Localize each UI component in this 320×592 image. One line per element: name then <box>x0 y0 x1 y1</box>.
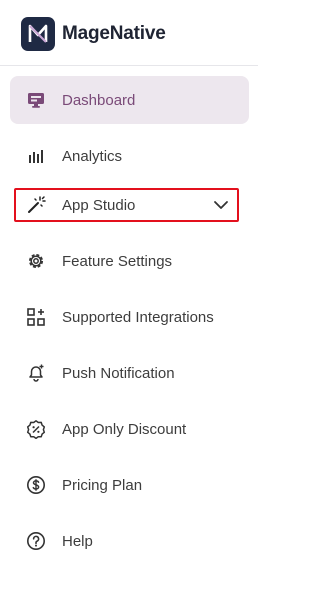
sidebar-item-label: Push Notification <box>62 364 175 382</box>
sidebar-item-label: Pricing Plan <box>62 476 143 494</box>
brand-name: MageNative <box>62 23 166 44</box>
sidebar-item-label: App Studio <box>62 196 136 214</box>
sidebar-item-label: Dashboard <box>62 91 136 109</box>
discount-badge-icon <box>25 418 47 440</box>
sidebar-item-label: Feature Settings <box>62 252 173 270</box>
sidebar-item-dashboard[interactable]: Dashboard <box>10 76 249 124</box>
bar-chart-icon <box>25 145 47 167</box>
sidebar-item-analytics[interactable]: Analytics <box>10 132 249 180</box>
sidebar-item-label: Analytics <box>62 147 123 165</box>
sidebar-item-app-only-discount[interactable]: App Only Discount <box>10 405 249 453</box>
grid-plus-icon <box>25 306 47 328</box>
sidebar-item-label: Supported Integrations <box>62 308 214 326</box>
sidebar-item-label: App Only Discount <box>62 420 187 438</box>
gear-icon <box>25 250 47 272</box>
bell-plus-icon <box>25 362 47 384</box>
sidebar-item-pricing-plan[interactable]: Pricing Plan <box>10 461 249 509</box>
magenative-logo-icon <box>21 17 55 51</box>
sidebar-nav: Dashboard Analytics App Studio Feature S… <box>10 76 249 573</box>
sidebar-item-help[interactable]: Help <box>10 517 249 565</box>
dollar-circle-icon <box>25 474 47 496</box>
header-divider <box>0 65 258 66</box>
sidebar-item-push-notification[interactable]: Push Notification <box>10 349 249 397</box>
chevron-down-icon[interactable] <box>213 197 229 213</box>
sidebar-item-supported-integrations[interactable]: Supported Integrations <box>10 293 249 341</box>
sidebar-item-label: Help <box>62 532 93 550</box>
brand[interactable]: MageNative <box>21 16 166 52</box>
sidebar-item-feature-settings[interactable]: Feature Settings <box>10 237 249 285</box>
monitor-icon <box>25 89 47 111</box>
magic-wand-icon <box>25 194 47 216</box>
sidebar-item-app-studio[interactable]: App Studio <box>14 188 239 222</box>
help-circle-icon <box>25 530 47 552</box>
